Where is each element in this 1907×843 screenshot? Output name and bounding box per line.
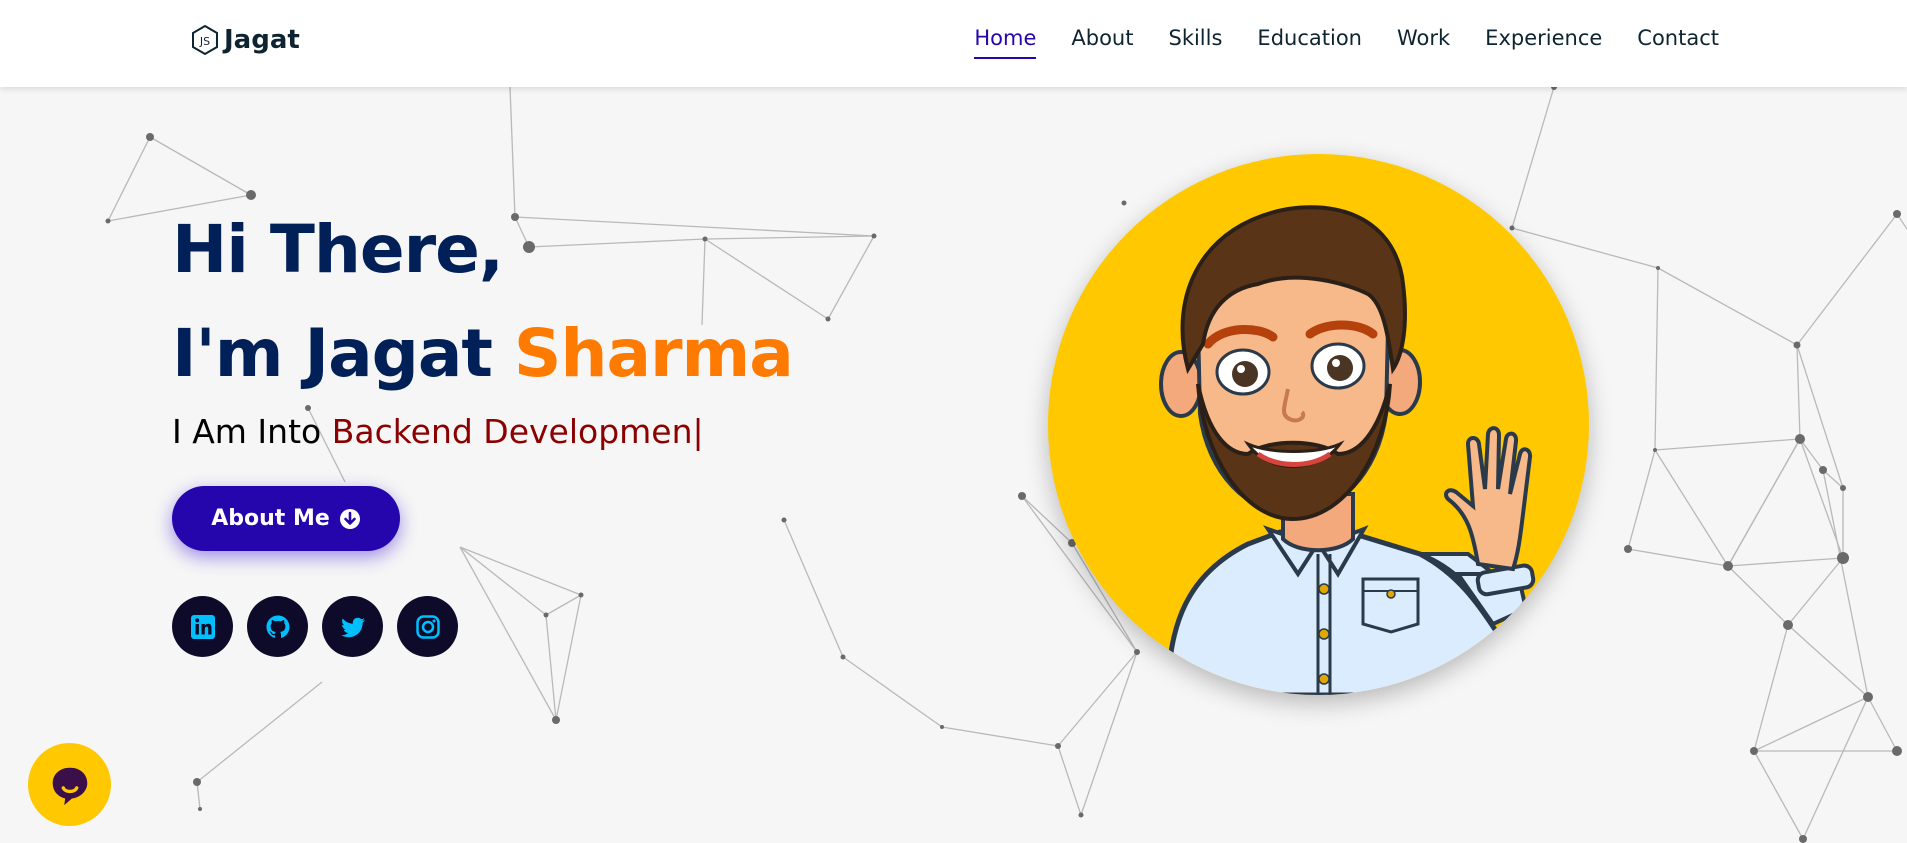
arrow-down-circle-icon — [339, 508, 360, 529]
nav-about[interactable]: About — [1071, 26, 1133, 59]
subtitle-prefix: I Am Into — [172, 412, 332, 451]
about-me-button[interactable]: About Me — [172, 486, 400, 551]
linkedin-link[interactable] — [172, 596, 233, 657]
waving-cartoon-avatar — [1159, 205, 1536, 695]
intro-prefix: I'm Jagat — [172, 315, 514, 392]
about-me-label: About Me — [211, 506, 330, 531]
github-link[interactable] — [247, 596, 308, 657]
instagram-link[interactable] — [397, 596, 458, 657]
profile-avatar — [1048, 154, 1589, 695]
typing-caret: | — [692, 412, 704, 451]
greeting: Hi There, — [172, 211, 504, 288]
social-links — [172, 596, 458, 657]
twitter-link[interactable] — [322, 596, 383, 657]
site-header: JS Jagat Home About Skills Education Wor… — [0, 0, 1907, 87]
nav-work[interactable]: Work — [1397, 26, 1450, 59]
logo[interactable]: JS Jagat — [190, 24, 300, 56]
chat-bubble-icon — [52, 767, 87, 805]
nav-education[interactable]: Education — [1257, 26, 1362, 59]
hero-heading: Hi There, I'm Jagat Sharma — [172, 198, 794, 406]
intro-line: I'm Jagat Sharma — [172, 302, 794, 406]
typed-text: Backend Developmen — [331, 412, 693, 451]
nav-contact[interactable]: Contact — [1637, 26, 1719, 59]
twitter-icon — [340, 617, 365, 637]
nav-skills[interactable]: Skills — [1168, 26, 1222, 59]
typed-subtitle: I Am Into Backend Developmen| — [172, 412, 704, 451]
instagram-icon — [415, 614, 440, 639]
intro-highlight: Sharma — [513, 315, 794, 392]
chat-launcher-button[interactable] — [28, 743, 111, 826]
main-nav: Home About Skills Education Work Experie… — [939, 26, 1719, 59]
nav-experience[interactable]: Experience — [1485, 26, 1602, 59]
logo-text: Jagat — [224, 25, 300, 55]
nav-home[interactable]: Home — [974, 26, 1037, 59]
github-icon — [266, 615, 289, 638]
svg-text:JS: JS — [199, 35, 210, 48]
linkedin-icon — [190, 614, 215, 639]
nodejs-icon: JS — [192, 24, 218, 56]
